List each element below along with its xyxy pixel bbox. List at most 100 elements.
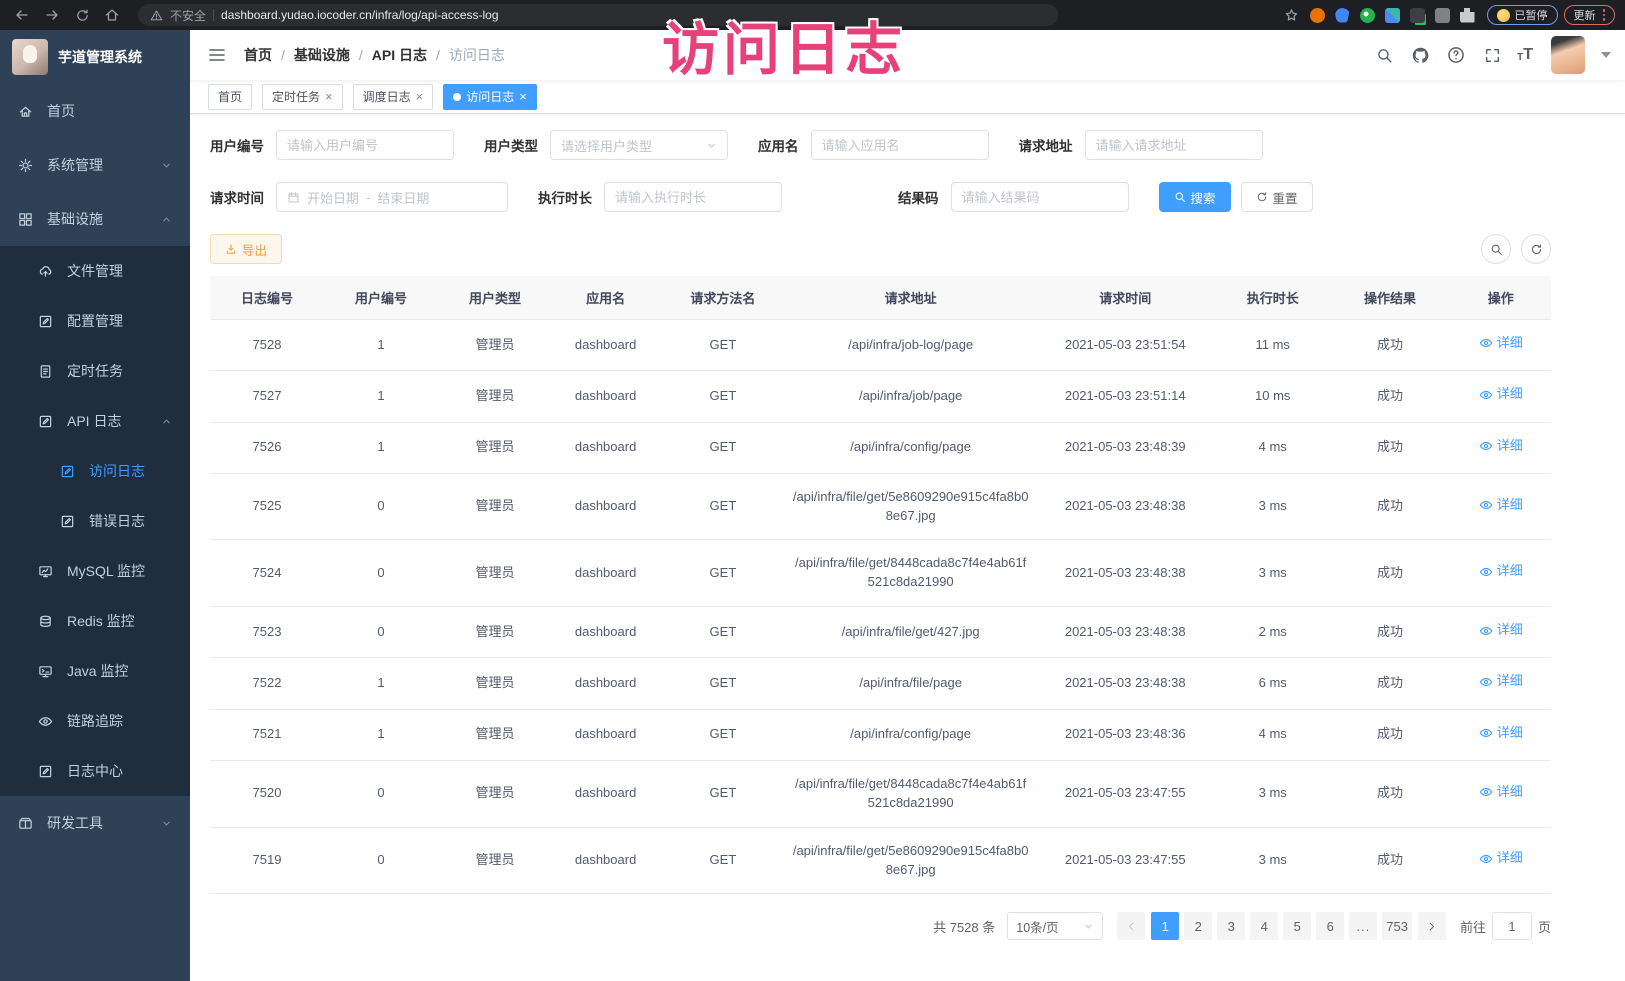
page-button-5[interactable]: 5 [1283, 912, 1311, 940]
next-page-button[interactable] [1418, 912, 1446, 940]
user-type-label: 用户类型 [484, 135, 538, 155]
detail-link[interactable]: 详细 [1479, 783, 1523, 802]
extension-icon-grid[interactable] [1385, 8, 1400, 23]
cell-log-id: 7528 [210, 320, 324, 371]
refresh-table-button[interactable] [1521, 234, 1551, 264]
cell-method: GET [659, 709, 786, 760]
detail-link[interactable]: 详细 [1479, 496, 1523, 515]
update-label: 更新 [1574, 7, 1596, 23]
toggle-search-button[interactable] [1481, 234, 1511, 264]
page-size-select[interactable]: 10条/页 [1007, 912, 1103, 940]
detail-link[interactable]: 详细 [1479, 334, 1523, 353]
header-search-icon[interactable] [1373, 44, 1395, 66]
prev-page-button[interactable] [1117, 912, 1145, 940]
page-button-4[interactable]: 4 [1250, 912, 1278, 940]
github-icon[interactable] [1409, 44, 1431, 66]
sidebar-item-config-mgmt[interactable]: 配置管理 [0, 296, 190, 346]
page-ellipsis[interactable]: ... [1349, 912, 1377, 940]
browser-menu-dots-icon[interactable] [1603, 9, 1606, 21]
request-url-input[interactable] [1096, 138, 1252, 153]
cell-method: GET [659, 607, 786, 658]
breadcrumb-api-log[interactable]: API 日志 [372, 45, 427, 65]
browser-reload-icon[interactable] [70, 4, 94, 26]
close-icon[interactable]: × [416, 90, 424, 103]
search-button[interactable]: 搜索 [1159, 182, 1231, 212]
tab-schedule-log[interactable]: 调度日志× [353, 84, 434, 110]
close-icon[interactable]: × [519, 90, 527, 103]
sidebar-item-log-center[interactable]: 日志中心 [0, 746, 190, 796]
detail-link[interactable]: 详细 [1479, 849, 1523, 868]
close-icon[interactable]: × [325, 90, 333, 103]
tab-cron-job[interactable]: 定时任务× [262, 84, 343, 110]
reset-button[interactable]: 重置 [1241, 182, 1313, 212]
detail-link[interactable]: 详细 [1479, 437, 1523, 456]
fullscreen-icon[interactable] [1481, 44, 1503, 66]
browser-back-icon[interactable] [10, 4, 34, 26]
table-row: 7522 1 管理员 dashboard GET /api/infra/file… [210, 658, 1551, 709]
sidebar-item-home[interactable]: 首页 [0, 84, 190, 138]
tab-home[interactable]: 首页 [208, 84, 252, 110]
sidebar-item-access-log[interactable]: 访问日志 [0, 446, 190, 496]
browser-home-icon[interactable] [100, 4, 124, 26]
cell-user-id: 0 [324, 760, 438, 827]
font-size-icon[interactable]: TT [1517, 47, 1533, 63]
help-question-icon[interactable] [1445, 44, 1467, 66]
sidebar-item-trace[interactable]: 链路追踪 [0, 696, 190, 746]
extension-icon-orange[interactable] [1310, 8, 1325, 23]
paused-chip[interactable]: 已暂停 [1487, 5, 1558, 25]
page-button-1[interactable]: 1 [1151, 912, 1179, 940]
sidebar-item-java-monitor[interactable]: Java 监控 [0, 646, 190, 696]
address-bar[interactable]: 不安全 dashboard.yudao.iocoder.cn/infra/log… [138, 4, 1058, 26]
detail-link[interactable]: 详细 [1479, 724, 1523, 743]
app-logo[interactable]: 芋道管理系统 [0, 30, 190, 84]
sidebar-item-cron-job[interactable]: 定时任务 [0, 346, 190, 396]
sidebar-item-mysql-monitor[interactable]: MySQL 监控 [0, 546, 190, 596]
avatar-caret-icon[interactable] [1601, 52, 1611, 58]
sidebar-item-system-mgmt[interactable]: 系统管理 [0, 138, 190, 192]
result-code-label: 结果码 [898, 187, 939, 207]
cell-app-name: dashboard [552, 607, 659, 658]
tab-access-log[interactable]: 访问日志× [443, 84, 537, 110]
extension-puzzle-icon[interactable] [1460, 8, 1475, 23]
breadcrumb-infrastructure[interactable]: 基础设施 [294, 45, 350, 65]
detail-link[interactable]: 详细 [1479, 385, 1523, 404]
detail-link[interactable]: 详细 [1479, 621, 1523, 640]
user-avatar[interactable] [1551, 36, 1585, 74]
extension-icon-dark-badge[interactable] [1410, 8, 1425, 23]
table-row: 7528 1 管理员 dashboard GET /api/infra/job-… [210, 320, 1551, 371]
extension-icon-gray[interactable] [1435, 8, 1450, 23]
page-button-3[interactable]: 3 [1217, 912, 1245, 940]
cell-request-url: /api/infra/file/page [787, 658, 1035, 709]
page-button-753[interactable]: 753 [1382, 912, 1412, 940]
extension-icon-blue-shield[interactable] [1335, 8, 1350, 23]
sidebar-item-file-mgmt[interactable]: 文件管理 [0, 246, 190, 296]
omnibox-divider [213, 9, 214, 21]
browser-forward-icon[interactable] [40, 4, 64, 26]
duration-input[interactable] [615, 190, 771, 205]
page-button-6[interactable]: 6 [1316, 912, 1344, 940]
extension-icon-green[interactable] [1360, 8, 1375, 23]
sidebar-item-error-log[interactable]: 错误日志 [0, 496, 190, 546]
security-label: 不安全 [170, 7, 206, 24]
page-button-2[interactable]: 2 [1184, 912, 1212, 940]
update-chip[interactable]: 更新 [1564, 5, 1616, 25]
date-range-picker[interactable]: 开始日期 - 结束日期 [276, 182, 508, 212]
sidebar-item-infrastructure[interactable]: 基础设施 [0, 192, 190, 246]
sidebar-item-redis-monitor[interactable]: Redis 监控 [0, 596, 190, 646]
cell-request-url: /api/infra/file/get/8448cada8c7f4e4ab61f… [787, 760, 1035, 827]
detail-link[interactable]: 详细 [1479, 562, 1523, 581]
pagination-total: 共 7528 条 [933, 917, 995, 936]
export-button[interactable]: 导出 [210, 234, 282, 264]
user-type-select[interactable]: 请选择用户类型 [550, 130, 728, 160]
user-id-input[interactable] [287, 138, 443, 153]
result-code-input[interactable] [962, 190, 1118, 205]
app-name-input[interactable] [822, 138, 978, 153]
detail-link[interactable]: 详细 [1479, 672, 1523, 691]
sidebar-item-api-log[interactable]: API 日志 [0, 396, 190, 446]
bookmark-star-icon[interactable] [1280, 4, 1304, 26]
goto-page-input[interactable] [1492, 912, 1532, 940]
breadcrumb-home[interactable]: 首页 [244, 45, 272, 65]
cell-user-type: 管理员 [438, 540, 552, 607]
hamburger-menu-icon[interactable] [206, 44, 228, 66]
sidebar-item-dev-tools[interactable]: 研发工具 [0, 796, 190, 850]
